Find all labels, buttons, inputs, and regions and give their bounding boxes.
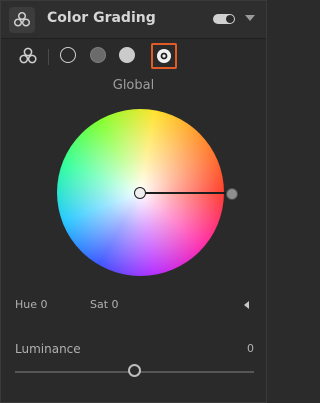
hue-readout[interactable]: Hue 0 xyxy=(15,298,48,311)
midtones-mode-button[interactable] xyxy=(90,47,106,63)
three-circles-icon xyxy=(19,47,37,64)
color-grading-panel: Color Grading Global Hue 0 Sat 0 Luminan… xyxy=(0,0,267,403)
collapse-arrow-icon[interactable] xyxy=(245,15,255,21)
wheel-hue-handle[interactable] xyxy=(226,188,238,200)
wheel-center-handle[interactable] xyxy=(134,187,146,199)
color-wheel[interactable] xyxy=(57,109,238,276)
toolbar-divider xyxy=(48,49,49,65)
shadows-mode-button[interactable] xyxy=(60,47,76,63)
luminance-slider-thumb[interactable] xyxy=(128,364,141,377)
sat-readout[interactable]: Sat 0 xyxy=(90,298,119,311)
three-way-mode-button[interactable] xyxy=(15,43,41,69)
panel-enable-toggle[interactable] xyxy=(213,14,235,24)
global-circle-icon xyxy=(157,49,171,63)
wheel-hue-line xyxy=(140,192,231,194)
mode-label: Global xyxy=(112,78,155,93)
panel-title: Color Grading xyxy=(47,10,156,26)
global-mode-button[interactable] xyxy=(151,43,177,69)
mode-toolbar xyxy=(1,41,266,73)
color-grading-icon xyxy=(9,7,35,33)
luminance-label: Luminance xyxy=(15,342,81,356)
luminance-value[interactable]: 0 xyxy=(247,342,254,355)
highlights-mode-button[interactable] xyxy=(119,47,135,63)
toggle-knob xyxy=(226,15,234,23)
panel-header[interactable]: Color Grading xyxy=(1,1,266,39)
expand-arrow-icon[interactable] xyxy=(244,301,249,309)
